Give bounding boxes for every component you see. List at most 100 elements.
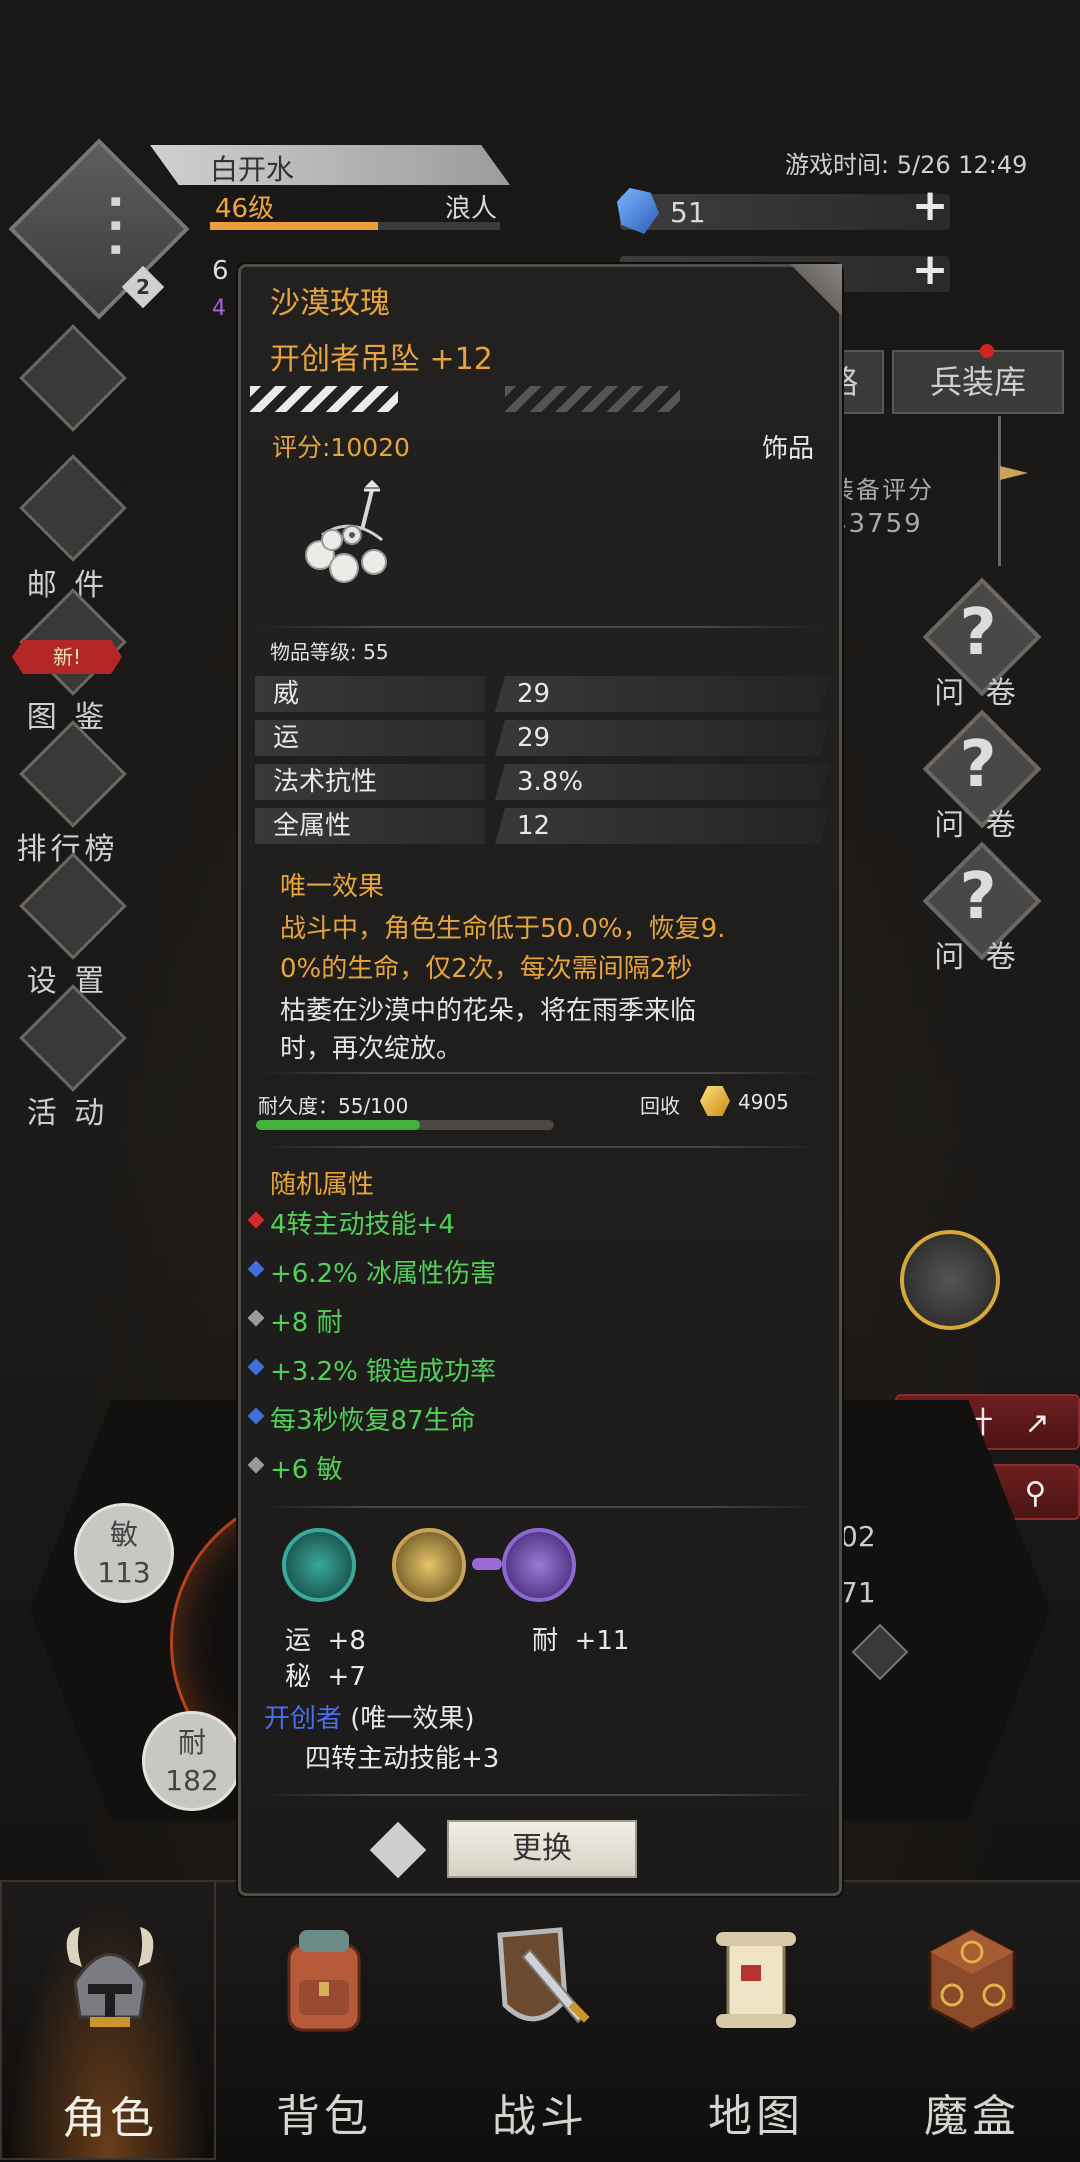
enhance-bar-fill <box>250 386 399 412</box>
gem-socket-icon[interactable] <box>282 1528 356 1602</box>
ranking-icon[interactable] <box>15 720 127 836</box>
scroll-map-icon <box>716 1932 796 2028</box>
durability-bar-fill <box>256 1120 420 1130</box>
nav-magic-box-label: 魔盒 <box>924 2091 1020 2142</box>
divider <box>260 1506 820 1508</box>
nav-battle-label: 战斗 <box>492 2091 588 2142</box>
set-title: 开创者 <box>264 1704 343 1734</box>
durability-text: 耐久度：55/100 <box>258 1094 409 1118</box>
stat-name: 全属性 <box>273 811 352 841</box>
random-attr-row: 4转主动技能+4 <box>247 1204 455 1241</box>
add-gems-button[interactable]: + <box>910 184 950 228</box>
attr-constitution-value: 182 <box>165 1764 219 1797</box>
name-plate <box>150 145 510 185</box>
recycle-value: 4905 <box>738 1090 789 1114</box>
equipment-score-label: 装备评分 <box>830 476 934 504</box>
stat-row: 法术抗性 3.8% <box>255 764 830 800</box>
survey-label-3[interactable]: 问 卷 <box>918 932 1038 976</box>
xp-bar <box>210 222 500 230</box>
nav-map[interactable]: 地图 <box>648 1880 864 2160</box>
survey-label-2[interactable]: 问 卷 <box>918 800 1038 844</box>
random-attr-text: +8 耐 <box>270 1308 343 1338</box>
item-set-name: 沙漠玫瑰 <box>270 286 390 321</box>
socket-bonus-1a: 运 +8 <box>285 1626 366 1656</box>
nav-backpack[interactable]: 背包 <box>216 1880 432 2160</box>
attr-constitution-label: 耐 <box>177 1726 206 1759</box>
random-attr-row: +6.2% 冰属性伤害 <box>247 1253 497 1290</box>
search-icon: ⚲ <box>1024 1476 1047 1511</box>
nav-map-label: 地图 <box>708 2091 804 2142</box>
nav-magic-box[interactable]: 魔盒 <box>864 1880 1080 2160</box>
helmet-icon <box>66 1927 154 2027</box>
nav-backpack-label: 背包 <box>276 2091 372 2142</box>
random-attr-row: +6 敏 <box>247 1449 343 1486</box>
random-attrs-title: 随机属性 <box>270 1170 375 1200</box>
random-attr-text: +6.2% 冰属性伤害 <box>270 1259 497 1289</box>
add-resource-button[interactable]: + <box>910 248 950 292</box>
attr-constitution[interactable]: 耐 182 <box>142 1711 242 1811</box>
nav-battle[interactable]: 战斗 <box>432 1880 648 2160</box>
tab-armory[interactable]: 兵装库 <box>892 350 1064 414</box>
divider <box>260 1146 820 1148</box>
unique-effect-line-1: 战斗中，角色生命低于50.0%，恢复9. <box>280 914 726 944</box>
item-slot: 饰品 <box>762 434 815 464</box>
equipment-score-value: 43759 <box>830 509 923 539</box>
set-title-row: 开创者 (唯一效果) <box>264 1698 475 1735</box>
enhance-bar-track <box>505 386 680 412</box>
random-attr-row: +8 耐 <box>247 1302 343 1339</box>
new-badge: 新! <box>12 640 122 674</box>
survey-label-1[interactable]: 问 卷 <box>918 668 1038 712</box>
divider <box>260 1072 820 1074</box>
stat-value: 3.8% <box>517 767 584 797</box>
pennant-pole <box>998 416 1001 566</box>
random-attr-row: +3.2% 锻造成功率 <box>247 1351 497 1388</box>
sword-shield-icon <box>497 1927 590 2024</box>
unique-effect-line-2: 0%的生命，仅2次，每次需间隔2秒 <box>280 954 693 984</box>
socket-bonus-1b: 秘 +7 <box>285 1662 366 1692</box>
xp-bar-fill <box>210 222 379 230</box>
anvil-icon[interactable] <box>15 984 127 1100</box>
gem-count: 51 <box>670 196 706 229</box>
gem-socket-icon[interactable] <box>392 1528 466 1602</box>
mail-icon[interactable] <box>15 454 127 570</box>
gear-icon[interactable] <box>15 852 127 968</box>
player-class: 浪人 <box>445 194 498 224</box>
swap-button[interactable]: 更换 <box>447 1820 637 1878</box>
attr-agility-value: 113 <box>97 1556 151 1589</box>
item-level: 物品等级: 55 <box>270 640 389 664</box>
gem-socket-icon[interactable] <box>502 1528 576 1602</box>
pendant-icon <box>305 480 387 583</box>
helmet-badge-icon[interactable] <box>900 1230 1000 1330</box>
player-name: 白开水 <box>210 153 295 186</box>
stat-value: 12 <box>517 811 551 841</box>
set-title-suffix: (唯一效果) <box>350 1704 475 1734</box>
class-emblem-icon: ⫶ <box>104 181 126 279</box>
socket-bonus-2: 耐 +11 <box>532 1626 630 1656</box>
events-label[interactable]: 活 动 <box>0 1088 135 1132</box>
menu-diamond-button[interactable] <box>15 324 127 440</box>
attr-agility-label: 敏 <box>109 1518 138 1551</box>
nav-character[interactable]: 角色 <box>0 1880 216 2160</box>
avatar-badge-count: 2 <box>136 275 150 299</box>
item-name: 开创者吊坠 +12 <box>270 342 493 377</box>
stat-name: 威 <box>273 679 300 709</box>
random-attr-text: +3.2% 锻造成功率 <box>270 1357 497 1387</box>
random-attr-text: +6 敏 <box>270 1455 343 1485</box>
stat-value: 29 <box>517 679 551 709</box>
stat-row: 威 29 <box>255 676 830 712</box>
durability-bar <box>256 1120 554 1130</box>
stat-row: 运 29 <box>255 720 830 756</box>
flavor-text-line-2: 时，再次绽放。 <box>280 1034 463 1064</box>
stat-value: 29 <box>517 723 551 753</box>
notification-dot <box>980 344 994 358</box>
flavor-text-line-1: 枯萎在沙漠中的花朵，将在雨季来临 <box>280 996 697 1026</box>
attr-right-value-1: 02 <box>840 1520 876 1553</box>
backpack-icon <box>287 1930 361 2032</box>
set-effect: 四转主动技能+3 <box>305 1744 500 1774</box>
divider <box>260 626 820 628</box>
equipment-score-panel: 装备评分 43759 <box>830 470 990 570</box>
stat-row: 全属性 12 <box>255 808 830 844</box>
attr-agility[interactable]: 敏 113 <box>74 1503 174 1603</box>
trend-icon: ↗ <box>1024 1406 1050 1441</box>
nav-character-label: 角色 <box>62 2093 158 2144</box>
